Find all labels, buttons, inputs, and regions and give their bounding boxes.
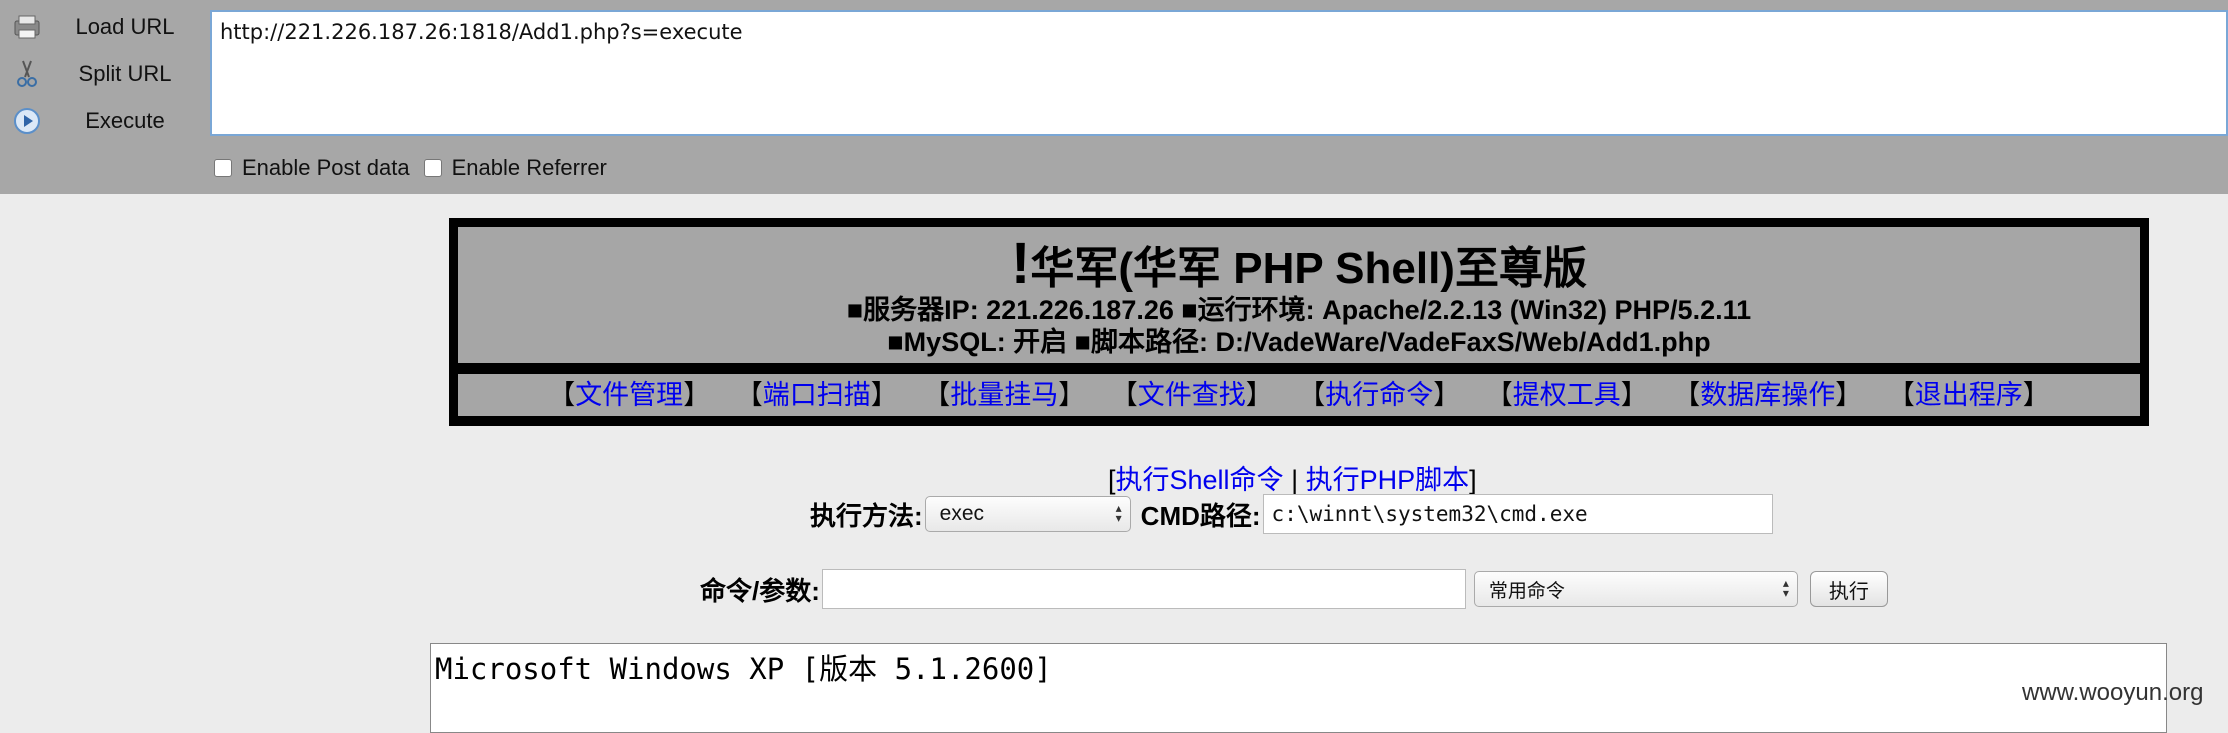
server-info-line: ■服务器IP: 221.226.187.26 ■运行环境: Apache/2.2… — [846, 295, 1752, 325]
enable-post-data-checkbox[interactable] — [214, 159, 232, 177]
method-value: exec — [939, 502, 985, 525]
method-label: 执行方法: — [810, 500, 923, 531]
common-commands-value: 常用命令 — [1488, 580, 1565, 602]
nav-link[interactable]: 执行命令 — [1325, 380, 1433, 410]
url-textarea[interactable]: http://221.226.187.26:1818/Add1.php?s=ex… — [210, 10, 2228, 136]
enable-referrer-checkbox[interactable] — [423, 159, 442, 177]
nav-batch-trojan[interactable]: 【批量挂马】 — [923, 380, 1085, 410]
enable-referrer-option[interactable]: Enable Referrer — [423, 155, 607, 181]
command-output[interactable]: Microsoft Windows XP [版本 5.1.2600] — [430, 643, 2167, 733]
nav-link[interactable]: 退出程序 — [1915, 380, 2023, 410]
nav-link[interactable]: 端口扫描 — [763, 380, 871, 410]
cmd-path-label: CMD路径: — [1140, 500, 1261, 531]
execute-button[interactable]: Execute — [0, 98, 200, 144]
nav-link[interactable]: 文件管理 — [575, 380, 683, 410]
load-url-icon — [12, 12, 42, 42]
cmd-path-input[interactable]: c:\winnt\system32\cmd.exe — [1262, 494, 1773, 534]
mysql-path-line: ■MySQL: 开启 ■脚本路径: D:/VadeWare/VadeFaxS/W… — [887, 327, 1711, 357]
args-label: 命令/参数: — [700, 575, 820, 606]
split-url-button[interactable]: Split URL — [0, 51, 200, 97]
shell-title: !华军(华军 PHP Shell)至尊版 — [458, 235, 2140, 294]
shell-nav: 【文件管理】 【端口扫描】 【批量挂马】 【文件查找】 【执行命令】 【提权工具… — [458, 374, 2140, 416]
run-button[interactable]: 执行 — [1809, 571, 1888, 607]
common-commands-select[interactable]: 常用命令 ▴ ▾ — [1473, 571, 1798, 607]
nav-link[interactable]: 文件查找 — [1138, 380, 1246, 410]
nav-file-search[interactable]: 【文件查找】 — [1111, 380, 1273, 410]
load-url-label: Load URL — [75, 14, 175, 39]
scissors-icon — [12, 59, 42, 89]
nav-port-scan[interactable]: 【端口扫描】 — [736, 380, 898, 410]
exec-shell-link[interactable]: 执行Shell命令 — [1116, 465, 1284, 495]
exec-mode-links: [执行Shell命令 | 执行PHP脚本] — [1108, 465, 1477, 495]
nav-database[interactable]: 【数据库操作】 — [1673, 380, 1862, 410]
args-input[interactable] — [821, 569, 1466, 609]
select-arrows-icon: ▴ ▾ — [1115, 501, 1122, 525]
nav-link[interactable]: 批量挂马 — [950, 380, 1058, 410]
nav-file-manager[interactable]: 【文件管理】 — [548, 380, 710, 410]
play-icon — [12, 106, 42, 136]
exec-method-row: 执行方法: exec ▴ ▾ CMD路径: c:\winnt\system32\c… — [810, 494, 1773, 534]
hackbar-options: Enable Post data Enable Referrer — [214, 152, 621, 184]
enable-post-data-option[interactable]: Enable Post data — [214, 155, 410, 181]
command-row: 命令/参数: 常用命令 ▴ ▾ 执行 — [700, 568, 1888, 610]
load-url-button[interactable]: Load URL — [0, 4, 200, 50]
nav-exec-command[interactable]: 【执行命令】 — [1298, 380, 1460, 410]
watermark: www.wooyun.org — [2022, 679, 2204, 706]
nav-link[interactable]: 数据库操作 — [1700, 380, 1835, 410]
hackbar-toolbar: Load URL Split URL Execute http://221.22… — [0, 0, 2228, 194]
nav-logout[interactable]: 【退出程序】 — [1888, 380, 2050, 410]
shell-header-panel: !华军(华军 PHP Shell)至尊版 ■服务器IP: 221.226.187… — [449, 218, 2149, 426]
split-url-label: Split URL — [78, 61, 172, 86]
mode-separator: | — [1291, 465, 1299, 495]
shell-title-mark: ! — [1011, 231, 1031, 296]
nav-link[interactable]: 提权工具 — [1513, 380, 1621, 410]
shell-info-box: !华军(华军 PHP Shell)至尊版 ■服务器IP: 221.226.187… — [458, 227, 2140, 363]
nav-privilege-tools[interactable]: 【提权工具】 — [1486, 380, 1648, 410]
exec-php-link[interactable]: 执行PHP脚本 — [1306, 465, 1470, 495]
select-arrows-icon: ▴ ▾ — [1782, 576, 1789, 600]
method-select[interactable]: exec ▴ ▾ — [924, 496, 1131, 532]
enable-post-data-label: Enable Post data — [242, 155, 410, 180]
shell-title-text: 华军(华军 PHP Shell)至尊版 — [1030, 244, 1587, 293]
execute-label: Execute — [85, 108, 165, 133]
enable-referrer-label: Enable Referrer — [451, 155, 607, 180]
